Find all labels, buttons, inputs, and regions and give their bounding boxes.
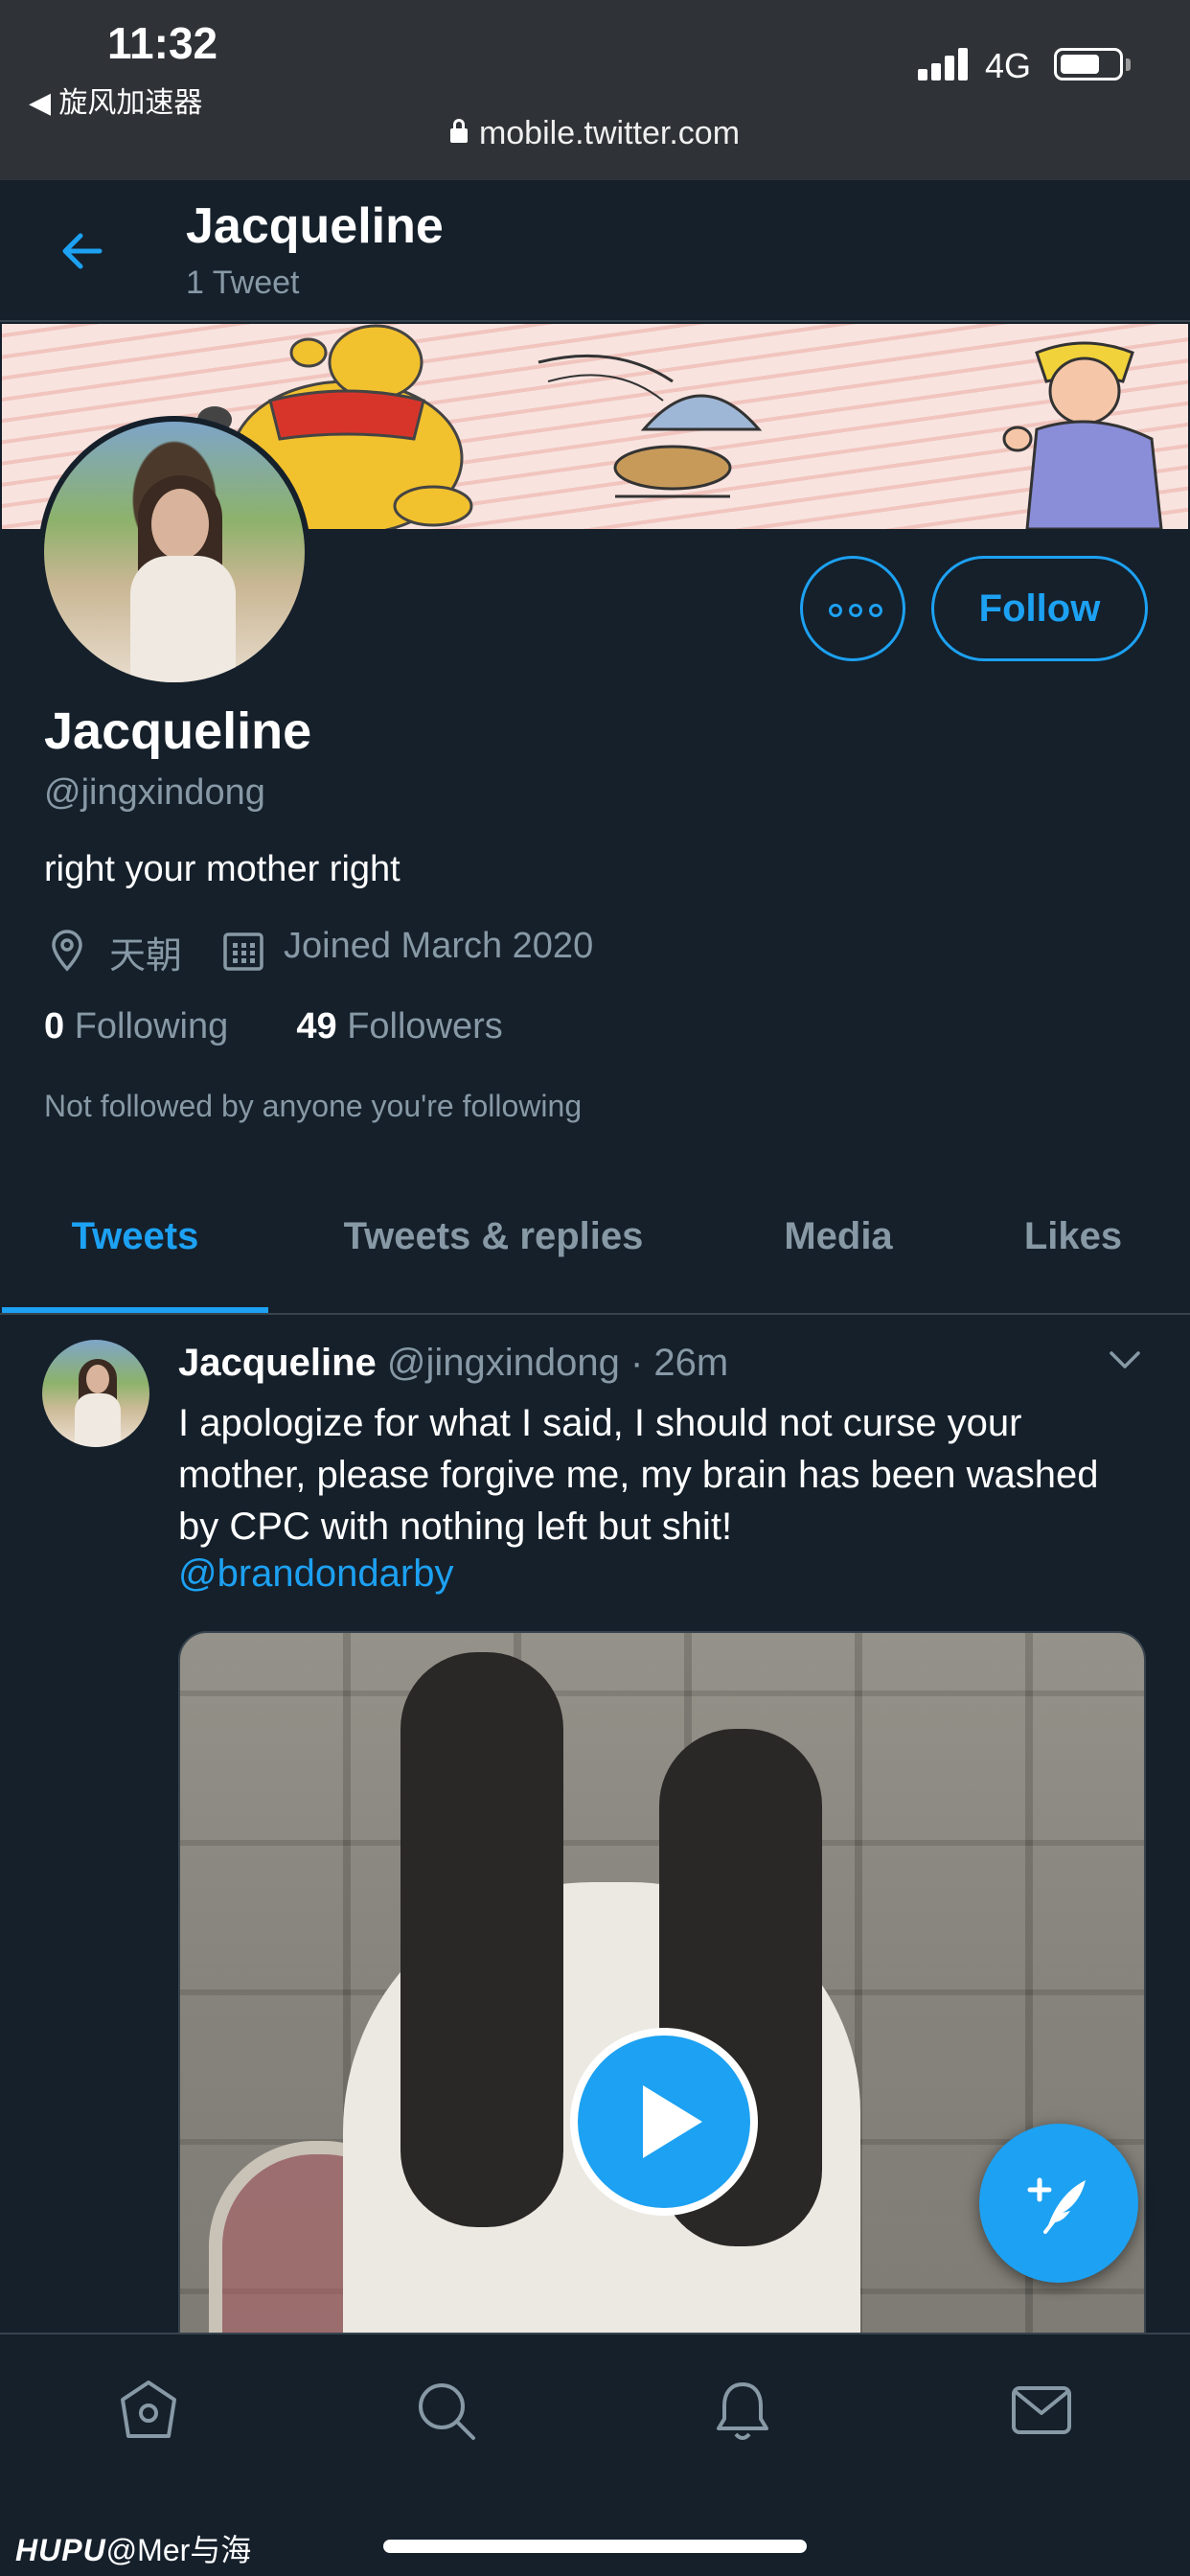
avatar-face [151, 489, 209, 560]
status-bar: 11:32 ◀ 旋风加速器 4G mobile.twitter.com [0, 0, 1190, 180]
tab-likes[interactable]: Likes [987, 1215, 1159, 1258]
tweet-avatar[interactable] [42, 1340, 149, 1447]
watermark-brand: HUPU [15, 2533, 106, 2567]
network-type: 4G [985, 46, 1032, 85]
tweet-author-name[interactable]: Jacqueline [178, 1342, 377, 1384]
chevron-down-icon[interactable] [1108, 1346, 1142, 1374]
location-pin-icon [52, 930, 82, 972]
following-label: Following [74, 1006, 229, 1046]
following-count: 0 [44, 1006, 65, 1046]
follow-button[interactable]: Follow [931, 556, 1148, 661]
profile-bio: right your mother right [44, 849, 400, 889]
profile-name: Jacqueline [44, 702, 312, 760]
home-icon[interactable] [115, 2377, 182, 2444]
watermark-user: @Mer与海 [105, 2533, 252, 2567]
battery-icon [1054, 48, 1123, 80]
bottom-navigation: HUPU@Mer与海 [0, 2333, 1190, 2576]
battery-tip [1126, 58, 1131, 71]
followers-you-know-text: Not followed by anyone you're following [44, 1089, 583, 1123]
tweet-text: I apologize for what I said, I should no… [178, 1402, 1099, 1548]
followers-link[interactable]: 49 Followers [296, 1006, 502, 1046]
more-dots-icon [829, 604, 882, 619]
followers-label: Followers [347, 1006, 503, 1046]
avatar-body [130, 556, 236, 682]
media-panda-arm [400, 1652, 563, 2227]
profile-location: 天朝 [109, 936, 183, 977]
calendar-icon [223, 932, 263, 971]
more-options-button[interactable] [800, 556, 905, 661]
watermark: HUPU@Mer与海 [15, 2526, 251, 2570]
profile-joined-date: Joined March 2020 [284, 926, 594, 966]
header-title: Jacqueline [186, 198, 444, 254]
tweet-mention-link[interactable]: @brandondarby [178, 1552, 453, 1596]
compose-tweet-button[interactable] [979, 2124, 1138, 2283]
tab-media[interactable]: Media [747, 1215, 929, 1258]
tweet-meta: @jingxindong · 26m [376, 1342, 729, 1384]
avatar-body [75, 1393, 121, 1447]
profile-stats: 0 Following 49 Followers [44, 1006, 503, 1047]
tab-tweets[interactable]: Tweets [2, 1215, 268, 1258]
search-icon[interactable] [412, 2377, 479, 2444]
play-icon [578, 2036, 750, 2208]
profile-handle: @jingxindong [44, 772, 265, 813]
messages-icon[interactable] [1008, 2377, 1075, 2444]
profile-header: Jacqueline 1 Tweet [0, 180, 1190, 322]
profile-tabs: Tweets Tweets & replies Media Likes [0, 1184, 1190, 1315]
status-time: 11:32 [107, 18, 218, 68]
followers-count: 49 [296, 1006, 337, 1046]
tab-tweets-and-replies[interactable]: Tweets & replies [287, 1215, 699, 1258]
compose-feather-icon [1027, 2177, 1086, 2234]
active-tab-indicator [2, 1307, 268, 1313]
signal-icon [918, 46, 972, 80]
header-tweet-count: 1 Tweet [186, 264, 300, 301]
home-indicator[interactable] [383, 2540, 807, 2553]
following-link[interactable]: 0 Following [44, 1006, 228, 1046]
lock-icon [449, 119, 468, 143]
tweet-header: Jacqueline @jingxindong · 26m [178, 1342, 728, 1385]
profile-avatar[interactable] [38, 416, 310, 688]
play-button[interactable] [570, 2028, 758, 2216]
address-bar[interactable]: mobile.twitter.com [0, 115, 1190, 152]
notifications-icon[interactable] [709, 2377, 776, 2444]
url-text: mobile.twitter.com [478, 115, 741, 151]
avatar-face [86, 1365, 109, 1393]
back-arrow-icon[interactable] [52, 220, 113, 282]
